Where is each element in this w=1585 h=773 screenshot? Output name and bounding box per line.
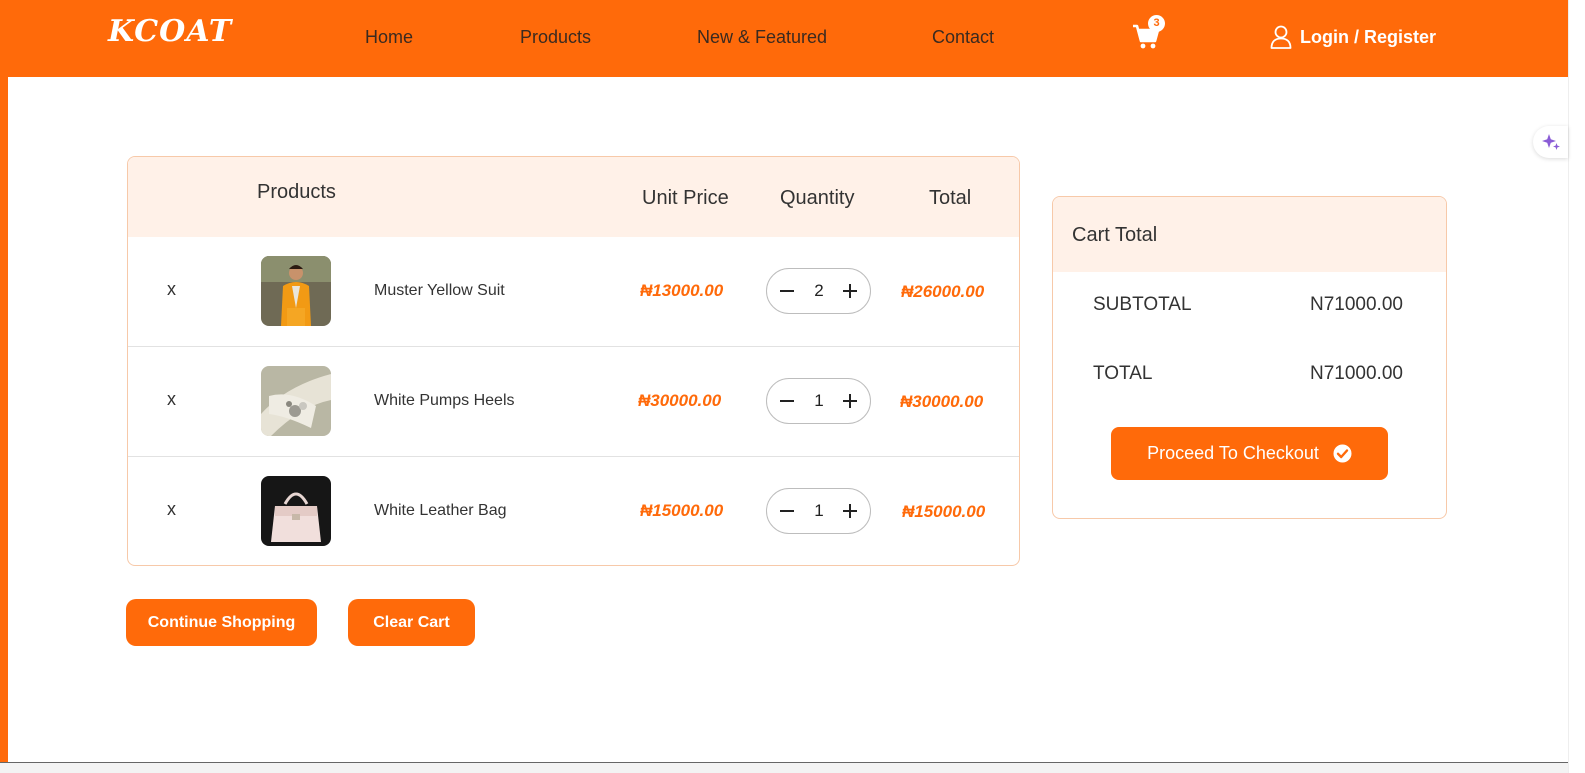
user-icon [1270, 25, 1292, 49]
table-row: x White Leather Bag ₦15000.00 1 ₦15000.0… [128, 456, 1019, 565]
brand-logo[interactable]: KCOAT [108, 14, 232, 49]
plus-icon[interactable] [839, 500, 861, 522]
check-circle-icon [1333, 444, 1352, 463]
header-total: Total [929, 187, 972, 209]
table-row: x White Pumps Heels ₦30000.00 1 ₦30000.0… [128, 346, 1019, 456]
nav-home[interactable]: Home [365, 27, 413, 48]
right-edge-strip [1568, 0, 1585, 773]
assistant-sparkle-button[interactable] [1533, 126, 1568, 158]
sparkle-icon [1541, 134, 1560, 150]
product-thumbnail[interactable] [261, 366, 331, 436]
cart-table-header: Products Unit Price Quantity Total [128, 157, 1019, 237]
header-unit-price: Unit Price [642, 187, 729, 209]
minus-icon[interactable] [776, 280, 798, 302]
quantity-value[interactable]: 2 [807, 281, 831, 301]
quantity-value[interactable]: 1 [807, 501, 831, 521]
product-name[interactable]: Muster Yellow Suit [374, 282, 505, 300]
plus-icon[interactable] [839, 390, 861, 412]
table-row: x Muster Yellow Suit ₦13000.00 2 ₦26000.… [128, 237, 1019, 347]
total-label: TOTAL [1093, 363, 1153, 384]
line-total: ₦30000.00 [900, 392, 984, 411]
unit-price: ₦15000.00 [640, 501, 724, 520]
nav-new-featured[interactable]: New & Featured [697, 27, 827, 48]
plus-icon[interactable] [839, 280, 861, 302]
quantity-stepper: 1 [766, 378, 871, 424]
header-products: Products [257, 181, 336, 203]
nav-contact[interactable]: Contact [932, 27, 994, 48]
cart-total-panel: Cart Total SUBTOTAL N71000.00 TOTAL N710… [1052, 196, 1447, 519]
cart-table: Products Unit Price Quantity Total x Mus… [127, 156, 1020, 566]
minus-icon[interactable] [776, 500, 798, 522]
left-edge-strip [0, 0, 8, 773]
remove-item-button[interactable]: x [167, 389, 176, 410]
product-thumbnail[interactable] [261, 256, 331, 326]
login-register-link[interactable]: Login / Register [1270, 25, 1436, 49]
proceed-to-checkout-button[interactable]: Proceed To Checkout [1111, 427, 1388, 480]
minus-icon[interactable] [776, 390, 798, 412]
unit-price: ₦30000.00 [638, 391, 722, 410]
remove-item-button[interactable]: x [167, 499, 176, 520]
unit-price: ₦13000.00 [640, 281, 724, 300]
cart-total-header: Cart Total [1053, 197, 1446, 272]
clear-cart-button[interactable]: Clear Cart [348, 599, 475, 646]
quantity-value[interactable]: 1 [807, 391, 831, 411]
line-total: ₦15000.00 [902, 502, 986, 521]
subtotal-label: SUBTOTAL [1093, 294, 1192, 315]
cart-count-badge: 3 [1148, 15, 1165, 32]
checkout-label: Proceed To Checkout [1147, 443, 1319, 463]
product-name[interactable]: White Leather Bag [374, 502, 507, 520]
login-register-label: Login / Register [1300, 26, 1437, 47]
cart-total-title: Cart Total [1072, 224, 1158, 246]
remove-item-button[interactable]: x [167, 279, 176, 300]
product-name[interactable]: White Pumps Heels [374, 392, 515, 410]
header-quantity: Quantity [780, 187, 855, 209]
product-thumbnail[interactable] [261, 476, 331, 546]
total-value: N71000.00 [1310, 363, 1403, 384]
continue-shopping-button[interactable]: Continue Shopping [126, 599, 317, 646]
subtotal-value: N71000.00 [1310, 294, 1403, 315]
line-total: ₦26000.00 [901, 282, 985, 301]
nav-products[interactable]: Products [520, 27, 591, 48]
page-bottom-edge [0, 762, 1568, 773]
quantity-stepper: 1 [766, 488, 871, 534]
navbar: KCOAT Home Products New & Featured Conta… [0, 0, 1568, 77]
quantity-stepper: 2 [766, 268, 871, 314]
